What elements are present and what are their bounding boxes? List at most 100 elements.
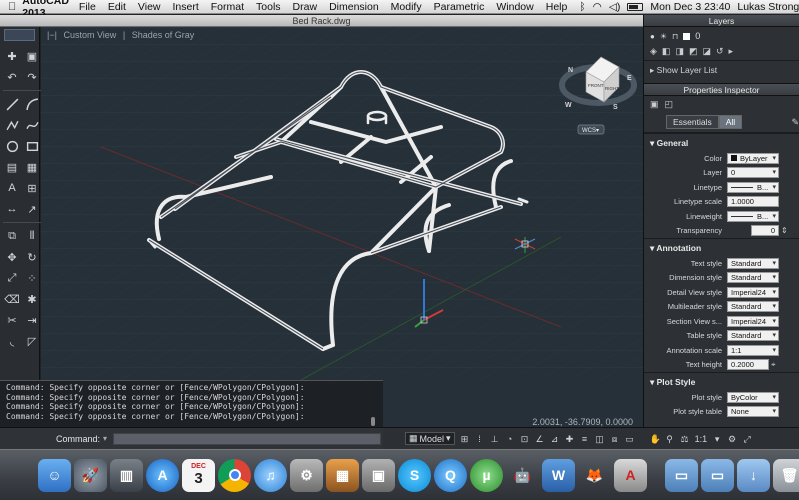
trash-icon[interactable]: 🗑 xyxy=(773,458,799,492)
menu-file[interactable]: File xyxy=(79,1,96,13)
section-view-style-value[interactable]: Imperial24 xyxy=(727,315,779,327)
wcs-chevron-icon[interactable]: ▾ xyxy=(596,128,599,134)
gimp-icon[interactable]: 🦊 xyxy=(578,459,611,492)
prop-row[interactable]: Layer 0 xyxy=(644,166,799,181)
explode-icon[interactable]: ✱ xyxy=(23,290,41,308)
model-tab[interactable]: ▦ Model ▾ xyxy=(405,432,455,445)
prop-row[interactable]: Color ByLayer xyxy=(644,151,799,166)
show-layer-list[interactable]: ▸ Show Layer List xyxy=(644,61,799,80)
layer-walk-icon[interactable]: ▸ xyxy=(729,46,734,57)
leader-icon[interactable]: ↗ xyxy=(23,200,41,218)
text-height-pick-icon[interactable]: ⌖ xyxy=(771,360,781,370)
menu-view[interactable]: View xyxy=(138,1,161,13)
spline-icon[interactable] xyxy=(23,116,41,134)
system-preferences-icon[interactable]: ⚙ xyxy=(290,458,323,492)
section-annotation[interactable]: ▾ Annotation xyxy=(644,238,799,256)
circle-icon[interactable] xyxy=(3,137,21,155)
viewport-menu-icon[interactable]: |−| xyxy=(47,30,57,40)
detail-view-style-value[interactable]: Imperial24 xyxy=(727,286,779,298)
lineweight-toggle-icon[interactable]: ≡ xyxy=(580,434,590,444)
viewcube-right[interactable]: RIGHT xyxy=(605,86,619,91)
erase-icon[interactable]: ⌫ xyxy=(3,290,21,308)
compass-w[interactable]: W xyxy=(565,102,572,109)
section-plot-style[interactable]: ▾ Plot Style xyxy=(644,372,799,390)
viewport-controls[interactable]: |−| Custom View | Shades of Gray xyxy=(47,30,198,40)
app-store-icon[interactable]: A xyxy=(146,458,179,492)
pan-icon[interactable]: ✚ xyxy=(3,47,21,65)
menu-window[interactable]: Window xyxy=(496,1,533,13)
new-layer-icon[interactable]: ◈ xyxy=(650,46,657,57)
color-value[interactable]: ByLayer xyxy=(727,152,779,164)
lineweight-value[interactable]: B... xyxy=(727,210,779,222)
chamfer-icon[interactable]: ◸ xyxy=(23,332,41,350)
text-style-value[interactable]: Standard xyxy=(727,257,779,269)
tab-all[interactable]: All xyxy=(718,115,743,129)
snap-toggle-icon[interactable]: ⁞ xyxy=(475,434,485,444)
prop-row[interactable]: Dimension style Standard xyxy=(644,271,799,286)
menu-dimension[interactable]: Dimension xyxy=(329,1,379,13)
compass-n[interactable]: N xyxy=(568,67,573,74)
compass-e[interactable]: E xyxy=(627,75,632,82)
selection-cycle-icon[interactable]: ⧈ xyxy=(610,434,620,444)
finder-icon[interactable]: ☺ xyxy=(38,458,71,492)
prop-row[interactable]: Plot style ByColor xyxy=(644,390,799,405)
section-general[interactable]: ▾ General xyxy=(644,133,799,151)
palette-selector[interactable] xyxy=(4,29,35,41)
polar-toggle-icon[interactable]: ◔ xyxy=(505,434,515,444)
layer-freeze-icon[interactable]: ☀ xyxy=(660,32,667,41)
tab-essentials[interactable]: Essentials xyxy=(666,115,719,129)
viewcube-front[interactable]: FRONT xyxy=(588,83,604,88)
plot-style-table-value[interactable]: None xyxy=(727,406,779,418)
prop-row[interactable]: Annotation scale 1:1 xyxy=(644,343,799,358)
documents-folder-icon[interactable]: ▭ xyxy=(701,458,734,492)
layer-states-icon[interactable]: ◧ xyxy=(662,46,671,57)
polyline-icon[interactable] xyxy=(3,116,21,134)
gradient-icon[interactable]: ▦ xyxy=(23,158,41,176)
prop-row[interactable]: Detail View style Imperial24 xyxy=(644,285,799,300)
layer-off-icon[interactable]: ◪ xyxy=(702,46,711,57)
layout-icon[interactable]: ▣ xyxy=(23,47,41,65)
drawing-viewport[interactable]: FRONT RIGHT N E S W WCS ▾ |−| Custom Vie… xyxy=(41,27,643,380)
clock[interactable]: Mon Dec 3 23:40 xyxy=(650,1,730,13)
prop-row[interactable]: Text height 0.2000 ⌖ xyxy=(644,358,799,373)
launchpad-icon[interactable]: 🚀 xyxy=(74,458,107,492)
command-input[interactable] xyxy=(113,432,382,445)
pan-hand-icon[interactable]: ✋ xyxy=(650,434,661,444)
annotation-scale-value[interactable]: 1:1 xyxy=(695,434,708,444)
apple-icon[interactable]:  xyxy=(8,1,16,13)
grid-toggle-icon[interactable]: ⊞ xyxy=(460,434,470,444)
otrack-toggle-icon[interactable]: ∠ xyxy=(535,434,545,444)
compass-s[interactable]: S xyxy=(613,104,618,111)
quicktime-icon[interactable]: Q xyxy=(434,458,467,492)
dyn-toggle-icon[interactable]: ✚ xyxy=(565,434,575,444)
prop-row[interactable]: Linetype scale 1.0000 xyxy=(644,195,799,210)
bluetooth-icon[interactable]: ᛒ xyxy=(579,1,585,13)
copy-icon[interactable]: ⧉ xyxy=(3,227,21,245)
text-height-value[interactable]: 0.2000 xyxy=(727,359,769,371)
rectangle-icon[interactable] xyxy=(23,137,41,155)
view-label[interactable]: Custom View xyxy=(63,30,116,40)
preview-icon[interactable]: ▥ xyxy=(110,458,143,492)
annotation-monitor-icon[interactable]: ▭ xyxy=(625,434,635,444)
visual-style-label[interactable]: Shades of Gray xyxy=(132,30,195,40)
workspace-icon[interactable]: ⚙ xyxy=(727,434,737,444)
user-menu[interactable]: Lukas Strong xyxy=(737,1,799,13)
quick-select-icon[interactable]: ✎ xyxy=(791,117,799,128)
menu-tools[interactable]: Tools xyxy=(256,1,281,13)
downloads-stack-icon[interactable]: ↓ xyxy=(737,458,770,492)
scale-icon[interactable]: ⤢ xyxy=(3,269,21,287)
layer-match-icon[interactable]: ◨ xyxy=(675,46,684,57)
table-icon[interactable]: ⊞ xyxy=(23,179,41,197)
menu-modify[interactable]: Modify xyxy=(391,1,422,13)
hatch-icon[interactable]: ▤ xyxy=(3,158,21,176)
model-canvas[interactable]: FRONT RIGHT N E S W WCS ▾ xyxy=(41,27,643,380)
current-layer-row[interactable]: ● ☀ ⊓ 0 xyxy=(644,27,799,45)
menu-parametric[interactable]: Parametric xyxy=(434,1,485,13)
properties-view-toggle[interactable]: Essentials All xyxy=(666,115,743,129)
menu-format[interactable]: Format xyxy=(211,1,244,13)
prop-row[interactable]: Multileader style Standard xyxy=(644,300,799,315)
multileader-style-value[interactable]: Standard xyxy=(727,301,779,313)
itunes-icon[interactable]: ♫ xyxy=(254,458,287,492)
autocad-icon[interactable]: A xyxy=(614,458,647,492)
layer-isolate-icon[interactable]: ◩ xyxy=(689,46,698,57)
